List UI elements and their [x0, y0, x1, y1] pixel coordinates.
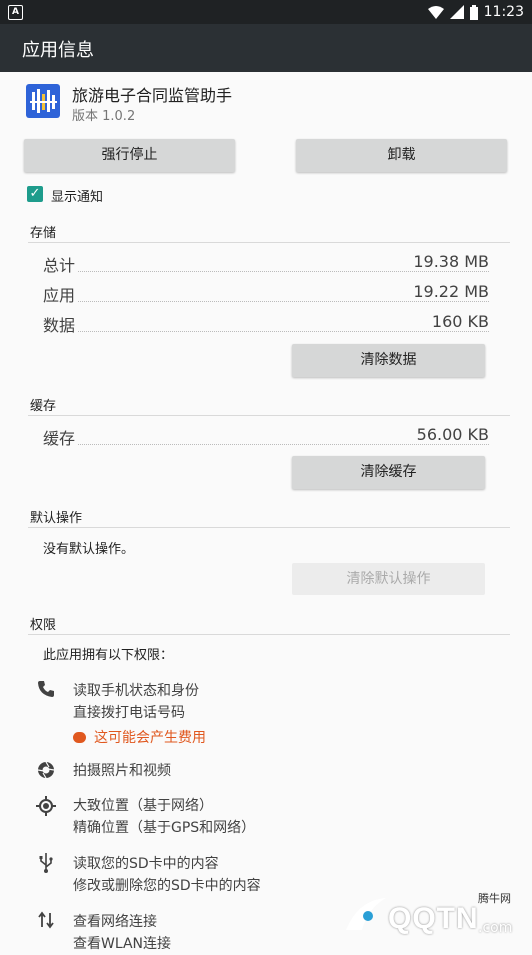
- cost-warning-icon: [73, 732, 86, 743]
- permission-line: 精确位置（基于GPS和网络）: [73, 820, 256, 836]
- cache-section-title: 缓存: [30, 399, 57, 414]
- app-bar: 应用信息: [0, 24, 532, 72]
- permissions-intro: 此应用拥有以下权限：: [43, 648, 174, 663]
- watermark-suffix: .com: [478, 920, 513, 936]
- no-defaults-text: 没有默认操作。: [43, 542, 135, 557]
- clear-cache-button[interactable]: 清除缓存: [292, 456, 485, 489]
- clear-data-button[interactable]: 清除数据: [292, 344, 485, 377]
- storage-row-label: 数据: [43, 312, 78, 336]
- show-notifications-checkbox[interactable]: ✓: [27, 186, 43, 202]
- location-icon: [36, 796, 56, 816]
- watermark-logo: QQTN 腾牛网 .com: [338, 890, 528, 942]
- storage-row-value: 19.38 MB: [411, 252, 489, 271]
- permission-group-phone: 读取手机状态和身份 直接拨打电话号码: [73, 680, 199, 724]
- storage-row-total: 总计 19.38 MB: [43, 252, 489, 276]
- storage-section-title: 存储: [30, 226, 57, 241]
- permission-line: 拍摄照片和视频: [73, 763, 171, 779]
- permission-line: 修改或删除您的SD卡中的内容: [73, 878, 261, 894]
- storage-row-app: 应用 19.22 MB: [43, 282, 489, 306]
- permission-group-network: 查看网络连接 查看WLAN连接: [73, 911, 171, 955]
- permission-group-storage: 读取您的SD卡中的内容 修改或删除您的SD卡中的内容: [73, 853, 261, 897]
- clear-defaults-button[interactable]: 清除默认操作: [292, 563, 485, 595]
- storage-row-value: 19.22 MB: [411, 282, 489, 301]
- permissions-section-title: 权限: [30, 618, 57, 633]
- camera-icon: [36, 761, 56, 781]
- defaults-divider: [28, 527, 510, 528]
- cache-divider: [28, 415, 510, 416]
- watermark-text: QQTN: [388, 902, 479, 935]
- uninstall-button[interactable]: 卸载: [296, 139, 507, 172]
- app-version: 版本 1.0.2: [72, 109, 136, 124]
- cache-row-value: 56.00 KB: [414, 425, 489, 444]
- page-title: 应用信息: [22, 40, 94, 61]
- permission-group-camera: 拍摄照片和视频: [73, 760, 171, 782]
- defaults-section-title: 默认操作: [30, 511, 83, 526]
- permission-group-location: 大致位置（基于网络） 精确位置（基于GPS和网络）: [73, 795, 255, 839]
- check-icon: ✓: [29, 186, 41, 201]
- show-notifications-label: 显示通知: [51, 190, 104, 205]
- app-name: 旅游电子合同监管助手: [72, 86, 233, 105]
- storage-row-value: 160 KB: [429, 312, 489, 331]
- notification-icon: A: [8, 5, 23, 20]
- storage-row-label: 应用: [43, 282, 78, 306]
- cache-row-label: 缓存: [43, 425, 78, 449]
- status-bar: A 11:23: [0, 0, 532, 24]
- clock: 11:23: [483, 4, 524, 20]
- usb-icon: [36, 853, 56, 873]
- storage-row-data: 数据 160 KB: [43, 312, 489, 336]
- signal-icon: [449, 5, 464, 19]
- cost-warning-text: 这可能会产生费用: [94, 730, 206, 746]
- permission-line: 查看WLAN连接: [73, 936, 172, 952]
- permission-line: 读取手机状态和身份: [73, 683, 199, 699]
- permission-line: 查看网络连接: [73, 914, 157, 930]
- network-arrows-icon: [36, 911, 56, 931]
- permissions-divider: [28, 634, 510, 635]
- permission-line: 大致位置（基于网络）: [73, 798, 213, 814]
- permission-line: 直接拨打电话号码: [73, 705, 185, 721]
- app-icon: [26, 84, 60, 118]
- watermark-tag: 腾牛网: [478, 892, 511, 905]
- storage-divider: [28, 242, 510, 243]
- cache-row: 缓存 56.00 KB: [43, 425, 489, 449]
- permission-line: 读取您的SD卡中的内容: [73, 856, 219, 872]
- cost-warning: 这可能会产生费用: [73, 727, 206, 747]
- phone-icon: [36, 680, 56, 700]
- force-stop-button[interactable]: 强行停止: [24, 139, 235, 172]
- storage-row-label: 总计: [43, 252, 78, 276]
- wifi-icon: [427, 5, 444, 19]
- battery-icon: [469, 4, 478, 20]
